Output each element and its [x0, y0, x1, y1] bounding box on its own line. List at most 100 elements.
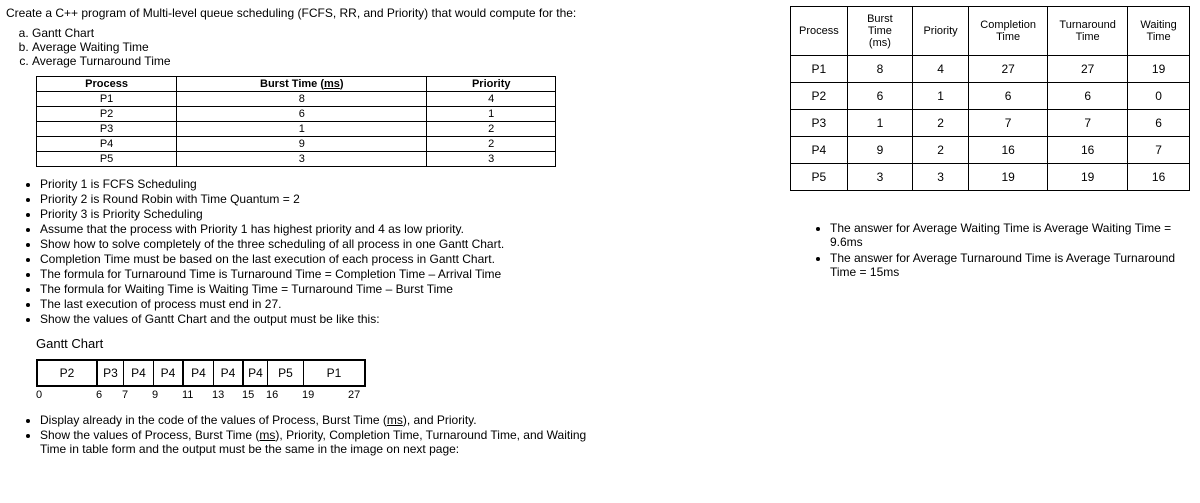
list-item: Show how to solve completely of the thre… — [40, 237, 600, 251]
cell: 16 — [1048, 137, 1128, 164]
unit: ms — [387, 413, 403, 427]
cell: P5 — [37, 152, 177, 167]
cell: 6 — [969, 83, 1048, 110]
col-waiting: Waiting Time — [1128, 7, 1190, 56]
table-row: P184272719 — [791, 56, 1190, 83]
col-priority: Priority — [427, 77, 556, 92]
gantt-cell: P5 — [268, 361, 304, 385]
tick: 0 — [36, 389, 96, 401]
list-item: Priority 3 is Priority Scheduling — [40, 207, 600, 221]
cell: 16 — [1128, 164, 1190, 191]
gantt-cell: P4 — [154, 361, 184, 385]
cell: 0 — [1128, 83, 1190, 110]
notes-list-2: Display already in the code of the value… — [40, 413, 600, 456]
tick: 27 — [348, 389, 360, 401]
cell: P2 — [37, 107, 177, 122]
text: ), and Priority. — [403, 413, 477, 427]
list-item: Display already in the code of the value… — [40, 413, 600, 427]
cell: P1 — [37, 92, 177, 107]
cell: 8 — [177, 92, 427, 107]
cell: P3 — [37, 122, 177, 137]
notes-list-1: Priority 1 is FCFS Scheduling Priority 2… — [40, 177, 600, 326]
req-b: Average Waiting Time — [32, 40, 600, 54]
col-burst-post: ) — [340, 78, 344, 90]
cell: P4 — [37, 137, 177, 152]
cell: 3 — [427, 152, 556, 167]
list-item: Completion Time must be based on the las… — [40, 252, 600, 266]
tick: 11 — [182, 389, 212, 401]
cell: 8 — [847, 56, 912, 83]
gantt-cell: P4 — [244, 361, 268, 385]
cell: 3 — [847, 164, 912, 191]
cell: 27 — [969, 56, 1048, 83]
tick: 15 — [242, 389, 266, 401]
answer-notes: The answer for Average Waiting Time is A… — [830, 221, 1190, 279]
list-item: The last execution of process must end i… — [40, 297, 600, 311]
col-completion: Completion Time — [969, 7, 1048, 56]
cell: P5 — [791, 164, 848, 191]
gantt-ticks: 0 6 7 9 11 13 15 16 19 27 — [36, 389, 600, 401]
cell: 19 — [1128, 56, 1190, 83]
table-row: P312 — [37, 122, 556, 137]
cell: 27 — [1048, 56, 1128, 83]
table-row: P533191916 — [791, 164, 1190, 191]
text: Show the values of Process, Burst Time ( — [40, 428, 259, 442]
tick: 7 — [122, 389, 152, 401]
gantt-cell: P3 — [98, 361, 124, 385]
list-item: The formula for Waiting Time is Waiting … — [40, 282, 600, 296]
cell: 2 — [913, 110, 969, 137]
gantt-cell: P1 — [304, 361, 364, 385]
left-column: Create a C++ program of Multi-level queu… — [0, 0, 610, 503]
col-burst-unit: ms — [324, 78, 340, 90]
cell: P3 — [791, 110, 848, 137]
gantt-cell: P4 — [124, 361, 154, 385]
table-row: P49216167 — [791, 137, 1190, 164]
cell: P1 — [791, 56, 848, 83]
cell: 4 — [427, 92, 556, 107]
cell: 1 — [913, 83, 969, 110]
cell: 2 — [427, 137, 556, 152]
cell: 2 — [427, 122, 556, 137]
cell: 6 — [1048, 83, 1128, 110]
gantt-chart: P2 P3 P4 P4 P4 P4 P4 P5 P1 — [36, 359, 366, 387]
cell: 1 — [427, 107, 556, 122]
table-row: P261660 — [791, 83, 1190, 110]
col-burst: Burst Time (ms) — [177, 77, 427, 92]
intro-text: Create a C++ program of Multi-level queu… — [6, 6, 600, 20]
table-row: P492 — [37, 137, 556, 152]
cell: 9 — [177, 137, 427, 152]
col-process: Process — [37, 77, 177, 92]
list-item: Assume that the process with Priority 1 … — [40, 222, 600, 236]
results-table: Process Burst Time (ms) Priority Complet… — [790, 6, 1190, 191]
col-priority: Priority — [913, 7, 969, 56]
gantt-cell: P4 — [184, 361, 214, 385]
cell: 6 — [847, 83, 912, 110]
avg-waiting-answer: The answer for Average Waiting Time is A… — [830, 221, 1190, 249]
requirements-list: Gantt Chart Average Waiting Time Average… — [32, 26, 600, 68]
gantt-title: Gantt Chart — [36, 336, 600, 351]
cell: 16 — [969, 137, 1048, 164]
cell: 3 — [913, 164, 969, 191]
gantt-cell: P2 — [38, 361, 98, 385]
unit: ms — [259, 428, 275, 442]
col-burst-pre: Burst Time ( — [260, 78, 324, 90]
cell: 6 — [1128, 110, 1190, 137]
table-row: P184 — [37, 92, 556, 107]
col-burst: Burst Time (ms) — [847, 7, 912, 56]
col-turnaround: Turnaround Time — [1048, 7, 1128, 56]
cell: 7 — [1048, 110, 1128, 137]
list-item: Show the values of Gantt Chart and the o… — [40, 312, 600, 326]
text: Display already in the code of the value… — [40, 413, 387, 427]
gantt-cell: P4 — [214, 361, 244, 385]
process-input-table: Process Burst Time (ms) Priority P184 P2… — [36, 76, 556, 167]
cell: 1 — [177, 122, 427, 137]
cell: 7 — [1128, 137, 1190, 164]
tick: 13 — [212, 389, 242, 401]
req-a: Gantt Chart — [32, 26, 600, 40]
cell: P4 — [791, 137, 848, 164]
cell: 19 — [1048, 164, 1128, 191]
cell: 4 — [913, 56, 969, 83]
cell: 2 — [913, 137, 969, 164]
right-column: Process Burst Time (ms) Priority Complet… — [610, 0, 1200, 503]
req-c: Average Turnaround Time — [32, 54, 600, 68]
